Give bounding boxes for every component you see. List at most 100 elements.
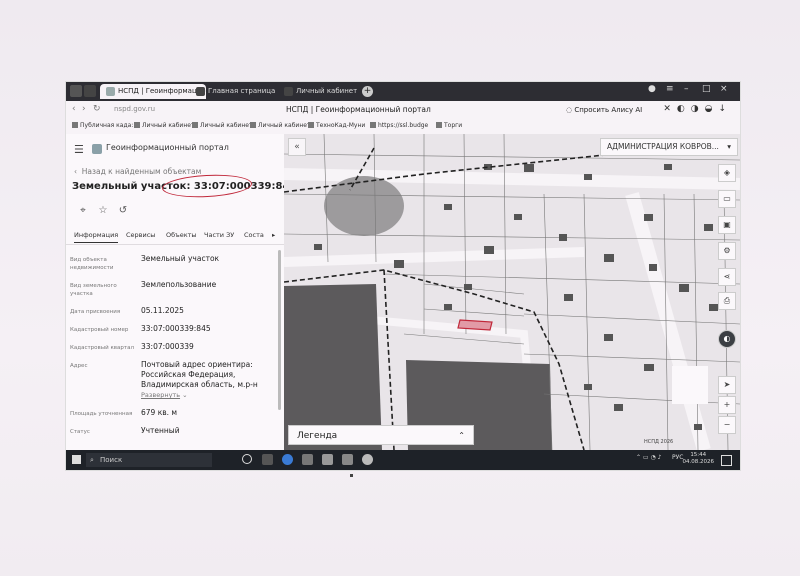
attribute-label: Вид земельного участка <box>70 283 117 297</box>
store-icon[interactable] <box>302 454 313 465</box>
clock-time: 15:44 <box>690 452 707 458</box>
collapse-panel-button[interactable]: « <box>288 138 306 156</box>
attribute-label: Кадастровый квартал <box>70 345 134 351</box>
attribute-label: Площадь уточненная <box>70 411 133 417</box>
reload-icon[interactable]: ↻ <box>93 104 101 114</box>
minimize-icon[interactable]: – <box>684 84 689 94</box>
profile-icon[interactable]: ● <box>648 84 656 94</box>
attribute-label: Кадастровый номер <box>70 327 129 333</box>
settings-icon[interactable]: ⚙ <box>718 242 736 260</box>
taskbar-search[interactable]: ⌕ Поиск <box>86 453 212 467</box>
share-icon[interactable]: ⋖ <box>718 268 736 286</box>
layers-icon[interactable]: ◈ <box>718 164 736 182</box>
attribute-label: Дата присвоения <box>70 309 121 315</box>
bookmark-icon <box>308 122 314 128</box>
back-label: Назад к найденным объектам <box>81 167 202 176</box>
search-placeholder: Поиск <box>100 456 123 464</box>
zoom-out-button[interactable]: − <box>718 416 736 434</box>
url-field[interactable]: nspd.gov.ru <box>114 105 155 113</box>
hamburger-menu-icon[interactable]: ☰ <box>74 143 84 156</box>
tabs-scroll-icon[interactable]: ▸ <box>272 231 275 239</box>
bookmark-icon <box>436 122 442 128</box>
back-icon[interactable]: ‹ <box>72 104 76 114</box>
assistant-icon[interactable]: ◐ <box>718 330 736 348</box>
bookmark-label: Личный кабинет <box>258 122 311 129</box>
tab-label: Главная страница <box>208 87 276 95</box>
attribute-value: 33:07:000339 <box>141 342 194 351</box>
tab-objects[interactable]: Объекты <box>166 231 197 239</box>
bookmark-label: Личный кабинет <box>200 122 253 129</box>
search-icon: ⌕ <box>90 456 94 464</box>
bookmark-icon <box>134 122 140 128</box>
bookmark-item[interactable]: Личный кабинет <box>250 122 310 129</box>
attribute-value: Учтенный <box>141 426 180 435</box>
ask-alice-button[interactable]: ◌ Спросить Алису AI <box>566 104 642 116</box>
close-window-icon[interactable]: × <box>720 84 728 94</box>
tab-label: Личный кабинет <box>296 87 358 95</box>
mail-icon[interactable] <box>342 454 353 465</box>
browser-menu-icon[interactable] <box>70 85 82 97</box>
legend-dropdown[interactable]: Легенда ⌃ <box>288 425 474 445</box>
portal-name: Геоинформационный портал <box>106 143 229 152</box>
attribute-value: Почтовый адрес ориентира: Российская Фед… <box>141 360 276 400</box>
expand-label: Развернуть <box>141 391 181 399</box>
bookmark-item[interactable]: Личный кабинет <box>134 122 194 129</box>
bookmark-item[interactable]: Торги <box>436 122 462 129</box>
history-icon[interactable]: ↺ <box>116 204 130 218</box>
map-view[interactable]: « АДМИНИСТРАЦИЯ КОВРОВ... ▾ ◈ ▭ ▣ ⚙ ⋖ ⎙ … <box>284 134 740 450</box>
explorer-icon[interactable] <box>322 454 333 465</box>
yandex-browser-icon[interactable] <box>362 454 373 465</box>
ask-alice-label: Спросить Алису AI <box>574 106 643 114</box>
bookmark-item[interactable]: ТехноКад-Муни <box>308 122 365 129</box>
hand-drawn-circle-mark <box>161 172 253 200</box>
bookmark-icon <box>250 122 256 128</box>
forward-icon[interactable]: › <box>82 104 86 114</box>
new-tab-button[interactable]: + <box>362 86 373 97</box>
windows-taskbar: ⌕ Поиск ⌃ ▭ ◔ ♪ РУС 15:44 04.08.2026 <box>66 450 740 470</box>
edge-icon[interactable] <box>282 454 293 465</box>
bookmark-item[interactable]: https://ssl.budge <box>370 122 428 129</box>
tab-list-icon[interactable]: ≡ <box>666 84 674 94</box>
bookmark-label: Личный кабинет <box>142 122 195 129</box>
tray-icons[interactable]: ⌃ ▭ ◔ ♪ <box>636 454 661 461</box>
expand-address-link[interactable]: Развернуть ⌄ <box>141 391 188 399</box>
tab-parts[interactable]: Части ЗУ <box>204 231 234 239</box>
tab-favicon-icon <box>106 87 115 96</box>
measure-icon[interactable]: ▣ <box>718 216 736 234</box>
page-title: НСПД | Геоинформационный портал <box>286 105 431 114</box>
tab-information[interactable]: Информация <box>74 231 119 243</box>
print-icon[interactable]: ⎙ <box>718 292 736 310</box>
bookmark-label: Торги <box>444 122 463 129</box>
basemap-icon[interactable]: ▭ <box>718 190 736 208</box>
object-tabs: Информация Сервисы Объекты Части ЗУ Сост… <box>66 228 284 245</box>
tab-favicon-icon <box>284 87 293 96</box>
back-to-results-link[interactable]: ‹ Назад к найденным объектам <box>74 167 201 176</box>
cortana-icon[interactable] <box>242 454 252 464</box>
toolbar-icons[interactable]: ✕◐◑◒↓ <box>663 104 732 114</box>
scan-dot <box>350 474 353 477</box>
attribute-value: Землепользование <box>141 280 217 289</box>
locate-icon[interactable]: ➤ <box>718 376 736 394</box>
task-view-icon[interactable] <box>262 454 273 465</box>
taskbar-clock[interactable]: 15:44 04.08.2026 <box>683 452 715 466</box>
tab-composition[interactable]: Соста <box>244 231 264 239</box>
windows-start-icon[interactable] <box>72 455 81 464</box>
panel-scrollbar[interactable] <box>278 250 281 410</box>
administration-select[interactable]: АДМИНИСТРАЦИЯ КОВРОВ... ▾ <box>600 138 738 156</box>
monitor-screen: НСПД | Геоинформацио × Главная страница … <box>66 82 740 470</box>
address-text: Почтовый адрес ориентира: Российская Фед… <box>141 360 258 389</box>
maximize-icon[interactable]: □ <box>702 84 711 94</box>
pin-location-icon[interactable]: ⌖ <box>76 204 90 218</box>
attribute-label: Вид объекта недвижимости <box>70 257 114 271</box>
map-copyright: НСПД 2026 <box>644 439 674 445</box>
bookmark-item[interactable]: Публичная када: <box>72 122 133 129</box>
bookmark-icon <box>72 122 78 128</box>
chevron-down-icon: ▾ <box>727 142 731 151</box>
bookmark-item[interactable]: Личный кабинет <box>192 122 252 129</box>
favorite-star-icon[interactable]: ☆ <box>96 204 110 218</box>
notifications-icon[interactable] <box>721 455 732 466</box>
tab-services[interactable]: Сервисы <box>126 231 155 239</box>
tabs-dropdown-icon[interactable] <box>84 85 96 97</box>
zoom-in-button[interactable]: + <box>718 396 736 414</box>
bookmark-label: https://ssl.budge <box>378 122 429 129</box>
